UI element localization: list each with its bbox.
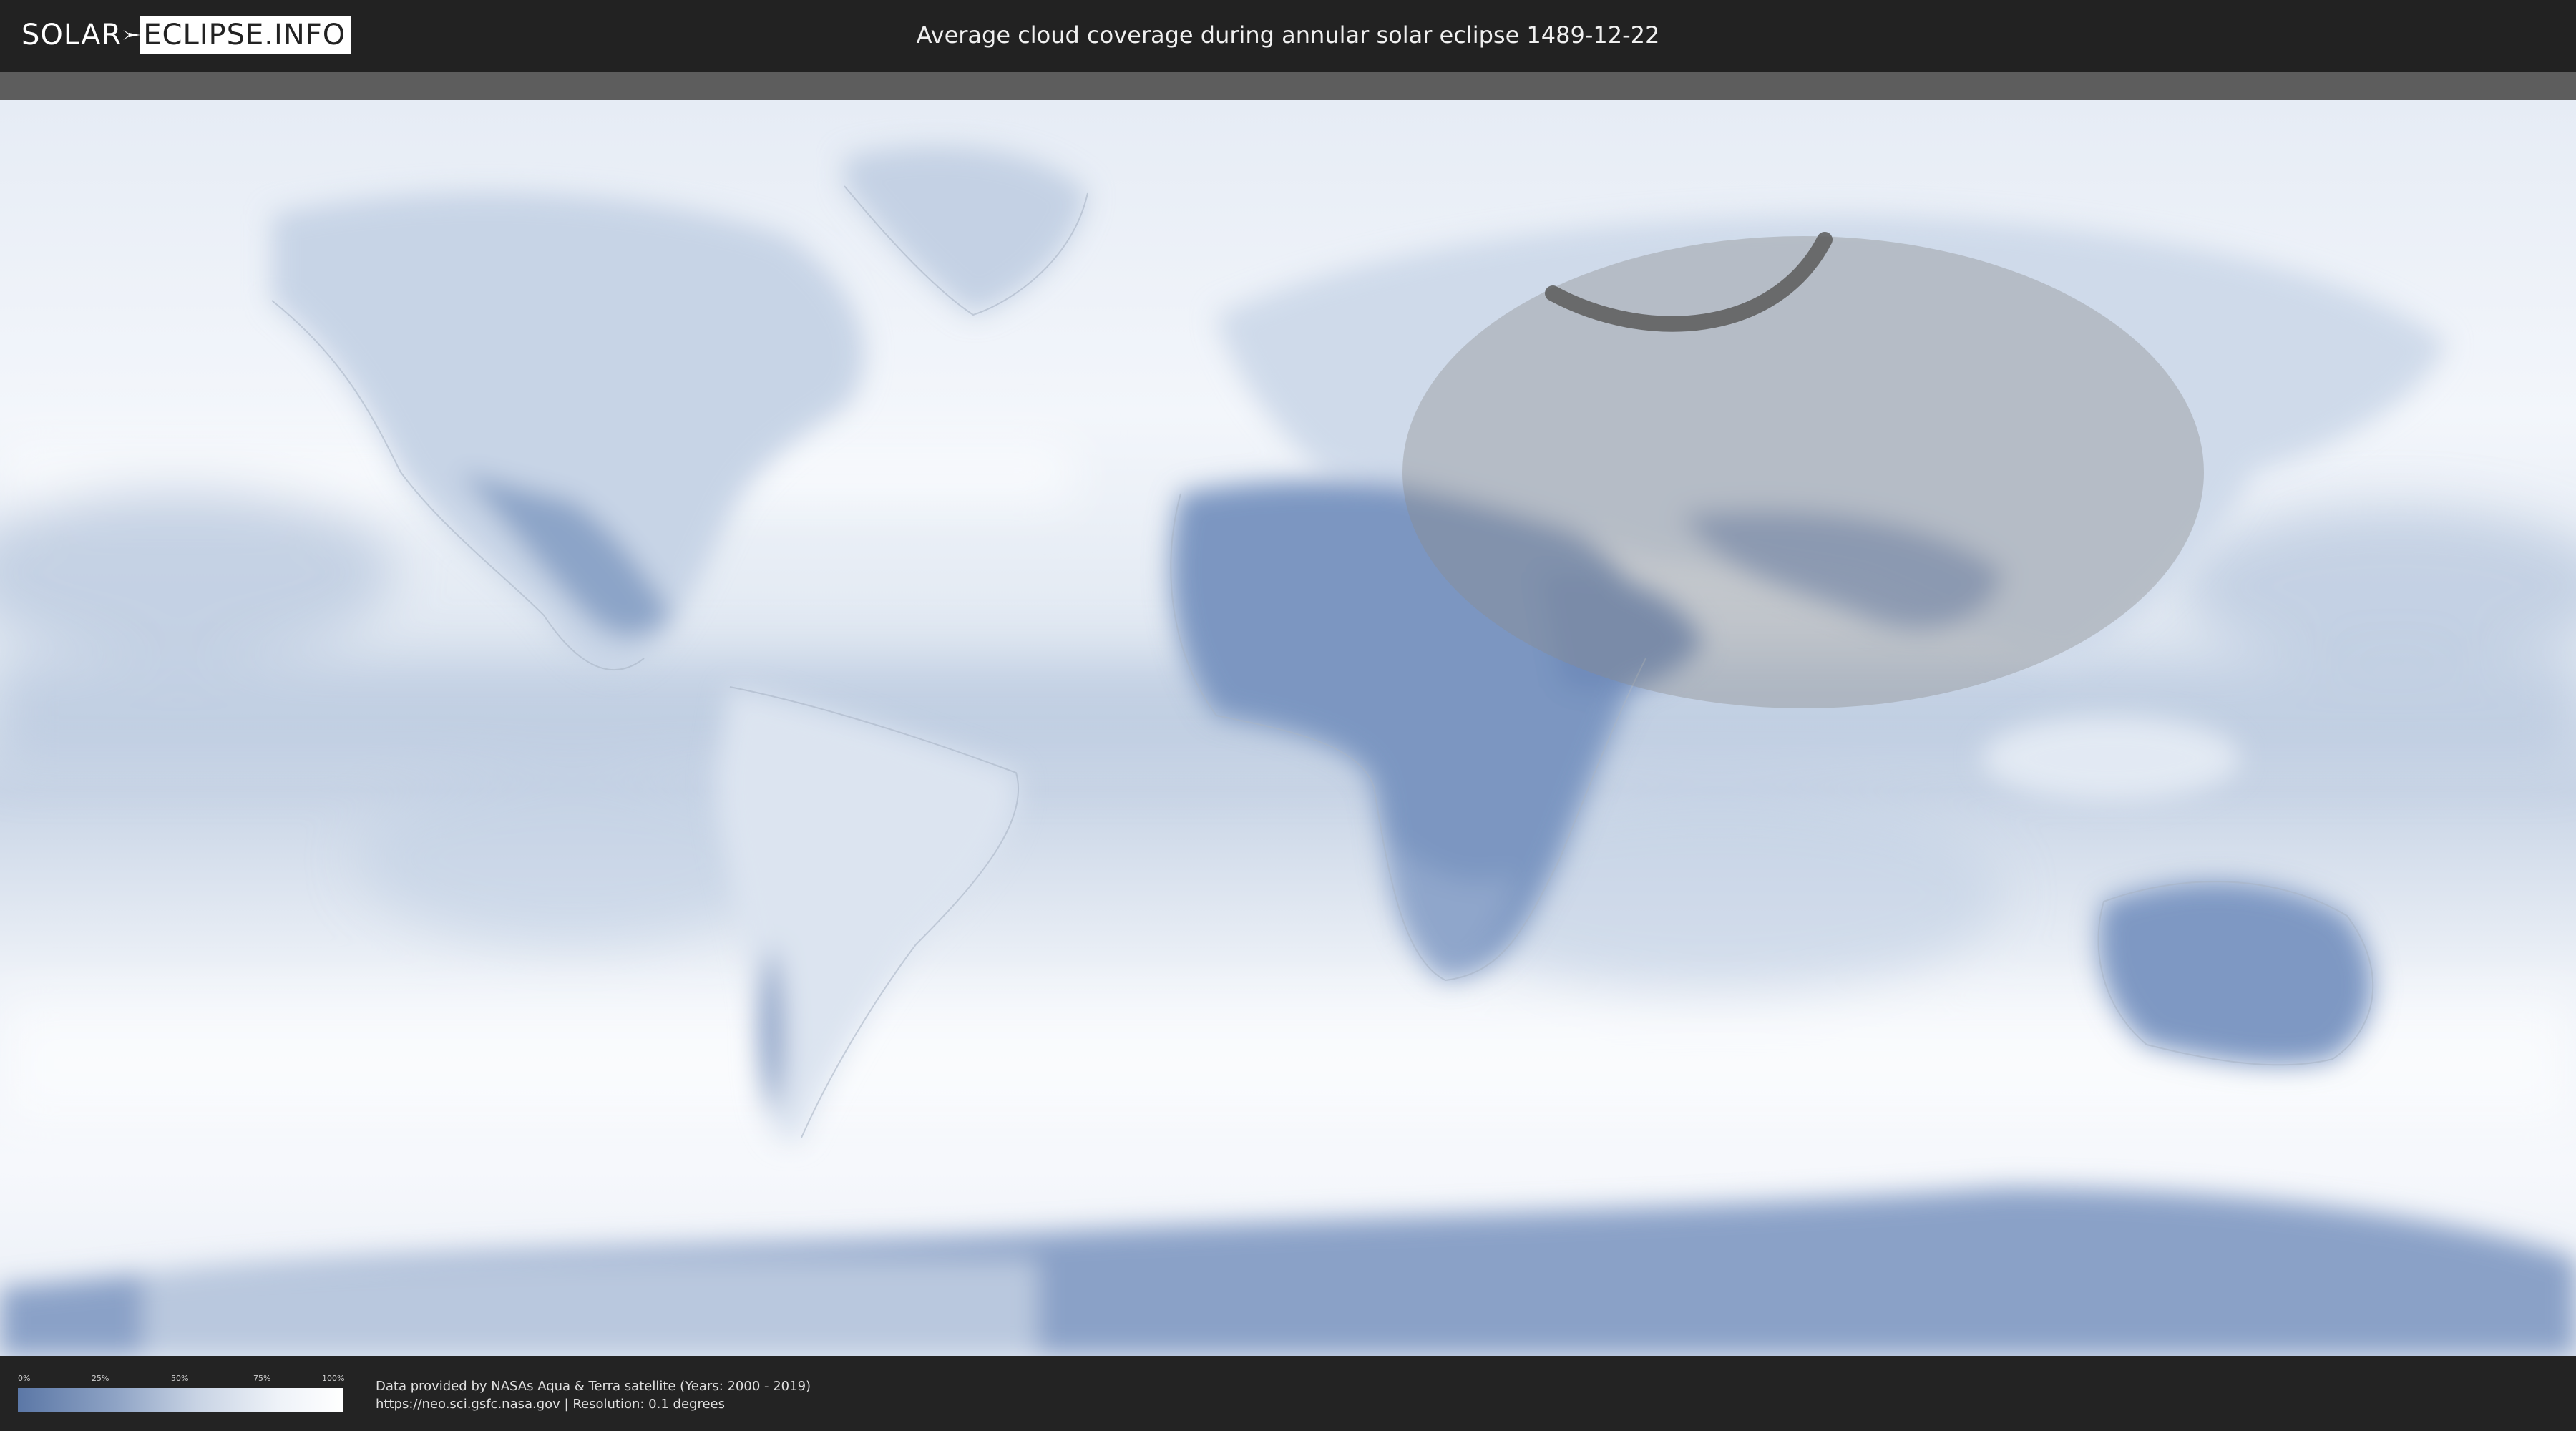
header-bar: SOLAR ECLIPSE.INFO Average cloud coverag… [0, 0, 2576, 72]
legend-tick-75: 75% [253, 1374, 271, 1383]
source-line-2: https://neo.sci.gsfc.nasa.gov | Resoluti… [376, 1397, 725, 1412]
cloud-coverage-map[interactable] [0, 72, 2576, 1356]
legend-ticks: 0% 25% 50% 75% 100% [18, 1374, 345, 1385]
data-source: Data provided by NASAs Aqua & Terra sate… [376, 1377, 811, 1413]
page-title: Average cloud coverage during annular so… [916, 21, 1660, 49]
map-top-edge [0, 72, 2576, 100]
legend-tick-25: 25% [92, 1374, 109, 1383]
map-panel [0, 72, 2576, 1356]
legend-color-bar [18, 1388, 343, 1412]
legend-tick-50: 50% [171, 1374, 189, 1383]
legend-tick-100: 100% [322, 1374, 345, 1383]
source-line-1: Data provided by NASAs Aqua & Terra sate… [376, 1379, 811, 1394]
cloud-coverage-legend: 0% 25% 50% 75% 100% [18, 1374, 345, 1415]
legend-tick-0: 0% [18, 1374, 31, 1383]
eclipse-visibility-zone [1402, 236, 2204, 708]
